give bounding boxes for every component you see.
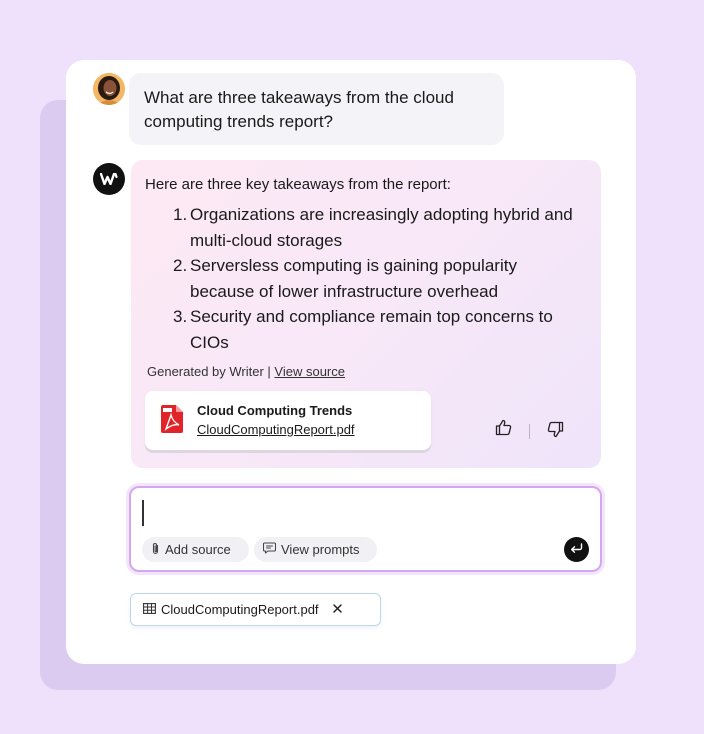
feedback-divider [529,424,530,439]
user-avatar [93,73,125,105]
generated-by-line: Generated by Writer | View source [147,364,345,379]
list-number: 1. [173,205,188,224]
view-prompts-button[interactable]: View prompts [254,537,377,562]
takeaway-list: 1. Organizations are increasingly adopti… [131,202,580,355]
thumbs-down-icon[interactable] [547,421,564,443]
list-number: 3. [173,307,188,326]
close-icon[interactable] [332,602,343,617]
writer-logo [93,163,125,195]
list-text: Organizations are increasingly adopting … [190,205,573,250]
pdf-icon [161,405,183,438]
user-message-text: What are three takeaways from the cloud … [144,88,454,131]
view-prompts-label: View prompts [281,542,360,557]
user-message: What are three takeaways from the cloud … [129,73,504,145]
generated-by-label: Generated by Writer | [147,364,275,379]
source-file-card[interactable]: Cloud Computing Trends CloudComputingRep… [145,391,431,450]
thumbs-up-icon[interactable] [495,419,512,441]
file-title: Cloud Computing Trends [197,403,353,418]
text-caret [142,500,144,526]
send-button[interactable] [564,537,589,562]
chat-bubble-icon [262,542,277,557]
list-text: Serversless computing is gaining popular… [190,256,517,301]
file-name-link[interactable]: CloudComputingReport.pdf [197,422,355,437]
list-item: 2. Serversless computing is gaining popu… [131,253,580,304]
paperclip-icon [151,542,160,558]
assistant-response: Here are three key takeaways from the re… [131,160,601,468]
list-text: Security and compliance remain top conce… [190,307,553,352]
attached-file-name: CloudComputingReport.pdf [161,602,319,617]
enter-icon [570,541,583,559]
add-source-label: Add source [165,542,231,557]
list-item: 1. Organizations are increasingly adopti… [131,202,580,253]
response-intro: Here are three key takeaways from the re… [145,176,451,193]
table-icon [143,602,156,617]
add-source-button[interactable]: Add source [142,537,249,562]
view-source-link[interactable]: View source [274,364,345,379]
list-number: 2. [173,256,188,275]
message-composer[interactable]: Add source View prompts [129,486,602,572]
attached-file-pill: CloudComputingReport.pdf [130,593,381,626]
list-item: 3. Security and compliance remain top co… [131,304,580,355]
